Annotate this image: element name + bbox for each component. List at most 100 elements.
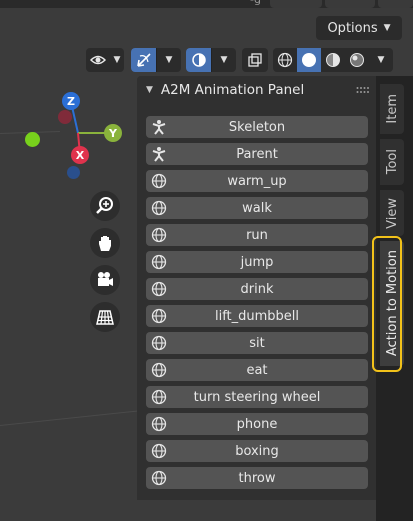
button-label: walk xyxy=(242,200,272,216)
button-label: run xyxy=(246,227,268,243)
xray-icon xyxy=(242,48,268,72)
chevron-down-icon: ▼ xyxy=(165,55,173,65)
tab-label: Tool xyxy=(384,149,400,175)
globe-icon xyxy=(151,227,167,243)
negative-y-axis-handle[interactable] xyxy=(58,110,72,124)
tab-label: View xyxy=(384,197,400,229)
tab-highlight-outline xyxy=(372,236,402,372)
rendered-shading-icon[interactable] xyxy=(345,48,369,72)
overlay-toggle-group[interactable]: ▼ xyxy=(186,48,236,72)
hand-pan-icon xyxy=(99,236,111,251)
animation-button-walk[interactable]: walk xyxy=(146,197,368,219)
globe-icon xyxy=(151,281,167,297)
globe-icon xyxy=(151,470,167,486)
globe-icon xyxy=(151,362,167,378)
animation-button-throw[interactable]: throw xyxy=(146,467,368,489)
3d-viewport[interactable]: -ġ Options ▼ ▼ ▼ ▼ xyxy=(0,0,413,521)
button-label: lift_dumbbell xyxy=(214,308,300,324)
header-segment[interactable] xyxy=(325,0,375,8)
zoom-icon xyxy=(96,197,113,214)
xray-toggle[interactable] xyxy=(242,48,268,72)
options-button[interactable]: Options ▼ xyxy=(316,16,402,40)
tab-item[interactable]: Item xyxy=(380,84,404,134)
grid-line xyxy=(0,410,140,426)
globe-icon xyxy=(151,335,167,351)
material-shading-icon[interactable] xyxy=(321,48,345,72)
eye-icon xyxy=(86,48,110,72)
animation-button-turn-steering-wheel[interactable]: turn steering wheel xyxy=(146,386,368,408)
grid-perspective-icon xyxy=(96,310,114,325)
negative-z-axis-handle[interactable] xyxy=(67,166,80,179)
button-label: Parent xyxy=(236,146,278,162)
negative-x-axis-handle[interactable] xyxy=(25,132,40,147)
button-label: drink xyxy=(240,281,274,297)
panel-header[interactable]: ▼ A2M Animation Panel xyxy=(137,76,376,104)
header-segment[interactable] xyxy=(270,0,322,8)
y-axis-handle[interactable]: Y xyxy=(104,124,122,142)
armature-icon xyxy=(152,147,166,162)
globe-icon xyxy=(151,173,167,189)
animation-button-warm-up[interactable]: warm_up xyxy=(146,170,368,192)
solid-shading-icon[interactable] xyxy=(297,48,321,72)
tab-tool[interactable]: Tool xyxy=(380,139,404,185)
button-label: jump xyxy=(240,254,274,270)
button-label: turn steering wheel xyxy=(193,389,321,405)
gizmo-toggle-icon[interactable] xyxy=(131,48,156,72)
gizmo-toggle-group[interactable]: ▼ xyxy=(131,48,181,72)
overlay-icon[interactable] xyxy=(186,48,211,72)
chevron-down-icon: ▼ xyxy=(220,55,228,65)
topbar-glyph: -ġ xyxy=(250,0,261,6)
pan-button[interactable] xyxy=(90,228,120,258)
armature-icon xyxy=(152,120,166,135)
globe-icon xyxy=(151,308,167,324)
drag-grip-icon[interactable] xyxy=(356,86,370,94)
button-label: throw xyxy=(238,470,276,486)
x-axis-handle[interactable]: X xyxy=(71,146,89,164)
animation-button-parent[interactable]: Parent xyxy=(146,143,368,165)
z-axis-label: Z xyxy=(67,94,75,108)
tab-label: Item xyxy=(384,94,400,124)
camera-icon xyxy=(98,272,113,286)
y-axis-label: Y xyxy=(109,126,117,140)
chevron-down-icon: ▼ xyxy=(377,55,385,65)
visibility-dropdown[interactable]: ▼ xyxy=(86,48,124,72)
globe-icon xyxy=(151,416,167,432)
collapse-triangle-icon: ▼ xyxy=(146,85,153,95)
z-axis-handle[interactable]: Z xyxy=(62,92,80,110)
button-label: eat xyxy=(246,362,268,378)
perspective-toggle-button[interactable] xyxy=(90,302,120,332)
top-header-strip xyxy=(0,0,413,8)
button-label: phone xyxy=(236,416,278,432)
animation-button-drink[interactable]: drink xyxy=(146,278,368,300)
globe-icon xyxy=(151,200,167,216)
animation-button-run[interactable]: run xyxy=(146,224,368,246)
button-label: Skeleton xyxy=(228,119,286,135)
globe-icon xyxy=(151,443,167,459)
animation-button-eat[interactable]: eat xyxy=(146,359,368,381)
tab-view[interactable]: View xyxy=(380,190,404,236)
camera-view-button[interactable] xyxy=(90,265,120,295)
globe-icon xyxy=(151,389,167,405)
x-axis-label: X xyxy=(75,148,85,162)
chevron-down-icon: ▼ xyxy=(383,23,391,33)
animation-button-phone[interactable]: phone xyxy=(146,413,368,435)
shading-mode-group[interactable]: ▼ xyxy=(273,48,393,72)
globe-icon xyxy=(151,254,167,270)
chevron-down-icon: ▼ xyxy=(113,55,121,65)
header-segment[interactable] xyxy=(378,0,413,8)
options-label: Options xyxy=(327,20,378,36)
animation-button-boxing[interactable]: boxing xyxy=(146,440,368,462)
button-label: boxing xyxy=(235,443,279,459)
zoom-button[interactable] xyxy=(90,191,120,221)
button-label: sit xyxy=(249,335,265,351)
animation-button-lift-dumbbell[interactable]: lift_dumbbell xyxy=(146,305,368,327)
panel-title: A2M Animation Panel xyxy=(160,82,305,98)
a2m-animation-panel: ▼ A2M Animation Panel Skeleton Parent warm… xyxy=(137,76,376,500)
animation-button-skeleton[interactable]: Skeleton xyxy=(146,116,368,138)
animation-button-list: Skeleton Parent warm_upwalk run jump drink lif… xyxy=(146,116,368,494)
animation-button-sit[interactable]: sit xyxy=(146,332,368,354)
wireframe-shading-icon[interactable] xyxy=(273,48,297,72)
button-label: warm_up xyxy=(227,173,287,189)
animation-button-jump[interactable]: jump xyxy=(146,251,368,273)
tabs-bottom-strip xyxy=(376,500,413,521)
